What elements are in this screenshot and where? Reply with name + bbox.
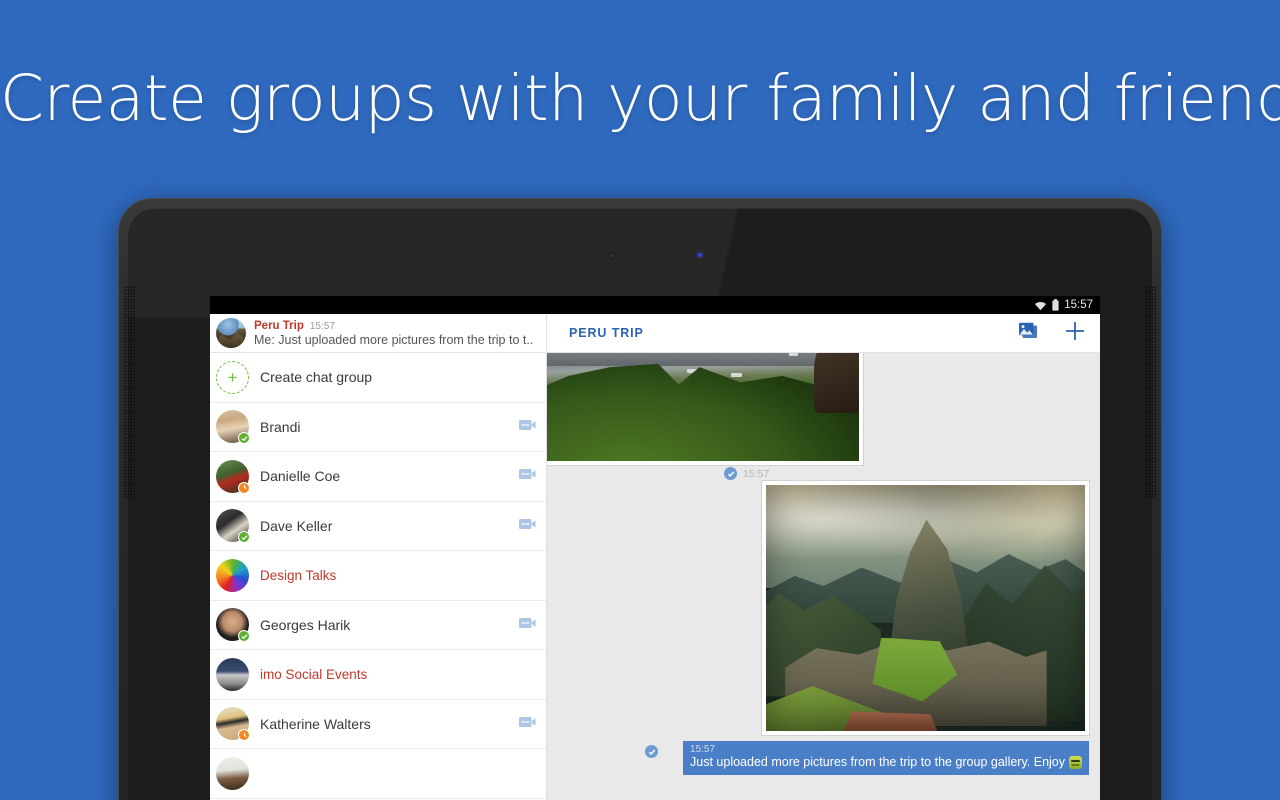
speaker-grille-left (124, 286, 135, 498)
active-chat-meta: Peru Trip 15:57 Me: Just uploaded more p… (254, 320, 538, 347)
avatar (216, 558, 249, 592)
tablet-device: 15:57 Peru Trip 15:57 Me: Just uploaded … (118, 198, 1162, 800)
active-chat-header[interactable]: Peru Trip 15:57 Me: Just uploaded more p… (210, 314, 547, 352)
message-text-block: 15:57 Just uploaded more pictures from t… (645, 741, 1089, 775)
list-item[interactable]: Dave Keller (210, 501, 546, 551)
contact-name: Dave Keller (260, 517, 333, 534)
group-name: Design Talks (260, 567, 337, 583)
create-chat-group-row[interactable]: + Create chat group (210, 353, 546, 403)
contact-name: Katherine Walters (260, 715, 371, 732)
plus-icon: + (216, 360, 249, 394)
contact-name: Brandi (260, 418, 301, 435)
speaker-grille-right (1145, 286, 1156, 498)
contact-name: Georges Harik (260, 616, 351, 633)
message-time: 15:57 (690, 744, 716, 755)
list-item[interactable]: Brandi (210, 402, 546, 452)
wifi-icon (1034, 300, 1047, 311)
status-badge-away (238, 729, 250, 742)
avatar (216, 707, 250, 742)
tablet-bezel: 15:57 Peru Trip 15:57 Me: Just uploaded … (124, 208, 1156, 800)
message-text: Just uploaded more pictures from the tri… (690, 755, 1065, 769)
battery-icon (1052, 299, 1059, 311)
chat-list[interactable]: + Create chat group Brandi Danielle Coe … (210, 353, 547, 800)
video-call-icon[interactable] (519, 467, 536, 485)
front-camera-icon (609, 252, 616, 259)
message-photo-1[interactable] (547, 353, 863, 465)
delivered-check-icon (645, 745, 659, 758)
active-chat-title: Peru Trip (254, 319, 304, 332)
avatar (216, 459, 250, 494)
message-photo-2-block: 15:57 (724, 467, 1089, 735)
avatar (216, 657, 249, 691)
list-item[interactable]: Georges Harik (210, 600, 546, 650)
app-bar: Peru Trip 15:57 Me: Just uploaded more p… (210, 314, 1100, 353)
grinning-face-emoji-icon (1069, 756, 1082, 769)
gallery-icon[interactable] (1018, 322, 1038, 345)
contact-name: Danielle Coe (260, 468, 341, 485)
video-call-icon[interactable] (519, 715, 536, 733)
group-name: imo Social Events (260, 666, 368, 682)
list-item[interactable]: Katherine Walters (210, 699, 546, 749)
status-bar: 15:57 (210, 296, 1100, 314)
promo-headline: Create groups with your family and frien… (0, 62, 1280, 135)
list-item[interactable]: imo Social Events (210, 650, 546, 700)
avatar (216, 509, 250, 544)
create-chat-group-label: Create chat group (260, 369, 373, 386)
list-item[interactable] (210, 749, 546, 799)
conversation-pane[interactable]: 15:57 15:57 Just uploaded more pictures … (547, 353, 1100, 800)
peru-trip-avatar (216, 318, 246, 348)
plus-icon[interactable] (1064, 320, 1086, 347)
avatar (216, 756, 249, 790)
photo-hillside-road (547, 353, 859, 461)
app-bar-actions (1018, 320, 1086, 347)
delivered-check-icon (724, 467, 737, 480)
status-badge-online (238, 531, 250, 544)
status-badge-online (238, 630, 250, 643)
video-call-icon[interactable] (519, 616, 536, 634)
message-photo-2[interactable] (762, 481, 1089, 735)
status-badge-online (238, 432, 250, 445)
list-item[interactable]: Danielle Coe (210, 452, 546, 502)
avatar (216, 608, 250, 643)
active-chat-preview: Me: Just uploaded more pictures from the… (254, 332, 534, 347)
message-status-3 (645, 745, 659, 758)
conversation-header: PERU TRIP (547, 314, 1100, 352)
notification-led (698, 253, 702, 257)
message-status-2: 15:57 (724, 467, 769, 480)
list-item[interactable]: Design Talks (210, 551, 546, 601)
avatar (216, 410, 250, 445)
video-call-icon[interactable] (519, 517, 536, 535)
video-call-icon[interactable] (519, 418, 536, 436)
message-time: 15:57 (743, 467, 770, 480)
conversation-title: PERU TRIP (569, 326, 644, 340)
status-badge-away (238, 481, 250, 494)
main-content: + Create chat group Brandi Danielle Coe … (210, 353, 1100, 800)
photo-machu-picchu (766, 485, 1085, 731)
message-bubble[interactable]: 15:57 Just uploaded more pictures from t… (683, 741, 1089, 775)
status-clock: 15:57 (1064, 299, 1093, 311)
tablet-screen: 15:57 Peru Trip 15:57 Me: Just uploaded … (210, 296, 1100, 800)
active-chat-time: 15:57 (309, 320, 335, 332)
